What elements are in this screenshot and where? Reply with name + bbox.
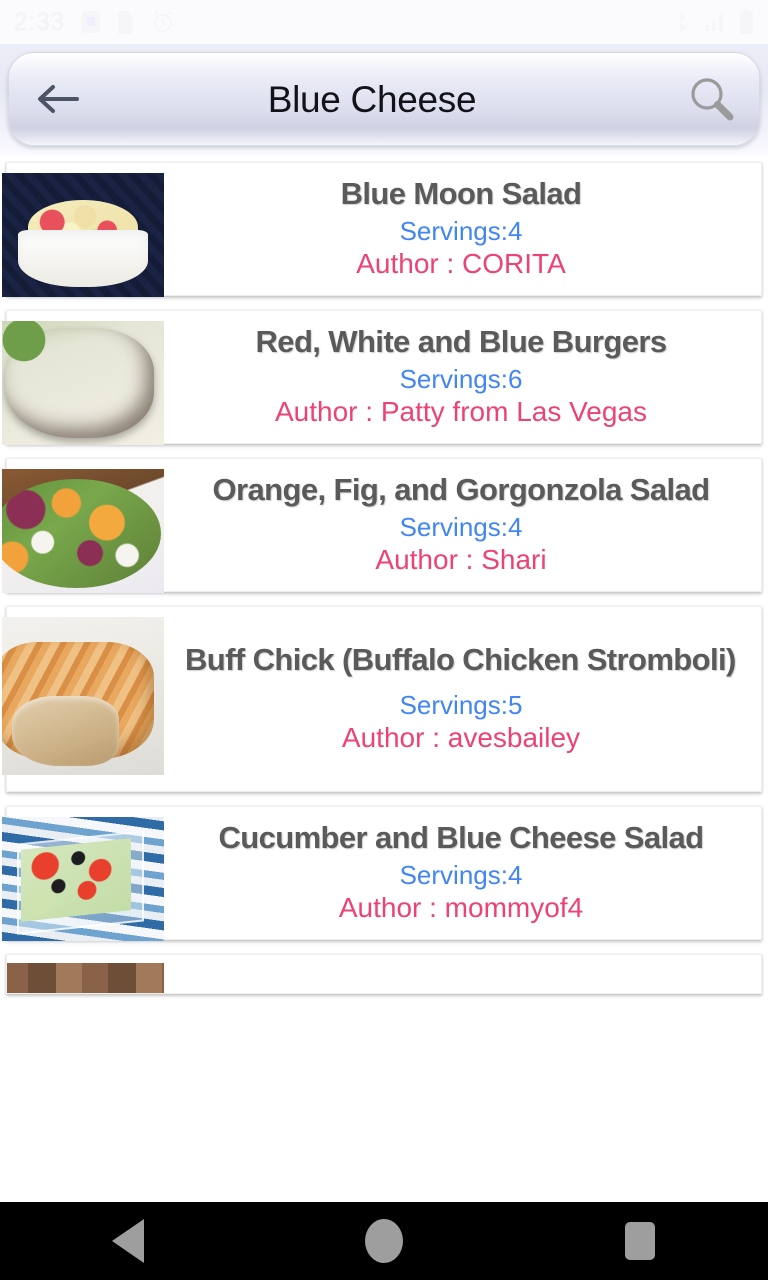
recipe-title: Blue Moon Salad <box>340 176 582 212</box>
search-bar[interactable]: Blue Cheese <box>8 52 760 146</box>
sim-card-icon <box>81 10 101 34</box>
recipe-info: Red, White and Blue Burgers Servings:6 A… <box>169 311 761 443</box>
battery-icon <box>739 9 754 35</box>
recipe-card[interactable]: Buff Chick (Buffalo Chicken Stromboli) S… <box>2 606 762 792</box>
recipe-thumbnail-column <box>2 459 169 593</box>
recipe-thumbnail <box>2 817 164 941</box>
recipe-thumbnail <box>2 469 164 593</box>
alarm-clock-icon <box>151 10 175 34</box>
recipe-author: Author : CORITA <box>356 247 566 279</box>
signal-icon <box>703 11 727 33</box>
recipe-thumbnail <box>2 321 164 445</box>
recipe-title: Buff Chick (Buffalo Chicken Stromboli) <box>185 642 736 678</box>
recipe-author: Author : Patty from Las Vegas <box>275 395 647 427</box>
recipe-servings: Servings:4 <box>399 511 523 542</box>
recipe-title: Orange, Fig, and Gorgonzola Salad <box>212 472 711 508</box>
recipe-thumbnail-column <box>7 955 169 993</box>
recipe-servings: Servings:5 <box>399 689 523 720</box>
status-bar-left: 2:33 <box>14 8 175 37</box>
recipe-card[interactable] <box>6 954 762 994</box>
recipe-servings: Servings:4 <box>399 859 523 890</box>
recipe-servings: Servings:6 <box>399 363 523 394</box>
arrow-left-icon <box>35 81 81 117</box>
recipe-info <box>169 955 761 993</box>
recipe-thumbnail <box>2 617 164 775</box>
search-submit-button[interactable] <box>683 70 741 128</box>
recipe-thumbnail <box>7 963 164 993</box>
search-results-list[interactable]: Blue Moon Salad Servings:4 Author : CORI… <box>0 156 768 1246</box>
back-button[interactable] <box>31 72 85 126</box>
recipe-thumbnail-column <box>2 607 169 791</box>
recipe-card[interactable]: Red, White and Blue Burgers Servings:6 A… <box>2 310 762 445</box>
home-circle-icon <box>365 1219 403 1263</box>
recents-square-icon <box>625 1222 655 1260</box>
recipe-info: Cucumber and Blue Cheese Salad Servings:… <box>169 807 761 939</box>
recipe-thumbnail <box>2 173 164 297</box>
android-navigation-bar <box>0 1202 768 1280</box>
recipe-card[interactable]: Blue Moon Salad Servings:4 Author : CORI… <box>2 162 762 297</box>
nav-recents-button[interactable] <box>580 1202 700 1280</box>
nav-back-button[interactable] <box>68 1202 188 1280</box>
recipe-info: Buff Chick (Buffalo Chicken Stromboli) S… <box>169 607 761 791</box>
recipe-info: Orange, Fig, and Gorgonzola Salad Servin… <box>169 459 761 591</box>
recipe-thumbnail-column <box>2 807 169 941</box>
recipe-author: Author : Shari <box>375 543 547 575</box>
recipe-card[interactable]: Orange, Fig, and Gorgonzola Salad Servin… <box>2 458 762 593</box>
recipe-author: Author : mommyof4 <box>338 891 584 923</box>
back-triangle-icon <box>112 1219 144 1263</box>
recipe-thumbnail-column <box>2 311 169 445</box>
status-bar: 2:33 <box>0 0 768 44</box>
magnifier-icon <box>686 73 738 125</box>
status-bar-right <box>669 9 754 35</box>
bluetooth-icon <box>669 11 691 33</box>
sd-card-icon <box>117 10 135 34</box>
recipe-info: Blue Moon Salad Servings:4 Author : CORI… <box>169 163 761 295</box>
recipe-servings: Servings:4 <box>399 215 523 246</box>
search-bar-container: Blue Cheese <box>0 44 768 156</box>
status-clock: 2:33 <box>14 7 65 36</box>
recipe-card[interactable]: Cucumber and Blue Cheese Salad Servings:… <box>2 806 762 941</box>
recipe-author: Author : avesbailey <box>341 721 581 753</box>
recipe-title: Red, White and Blue Burgers <box>255 324 668 360</box>
search-input[interactable]: Blue Cheese <box>79 81 683 118</box>
nav-home-button[interactable] <box>324 1202 444 1280</box>
recipe-title: Cucumber and Blue Cheese Salad <box>218 820 704 856</box>
recipe-thumbnail-column <box>2 163 169 297</box>
